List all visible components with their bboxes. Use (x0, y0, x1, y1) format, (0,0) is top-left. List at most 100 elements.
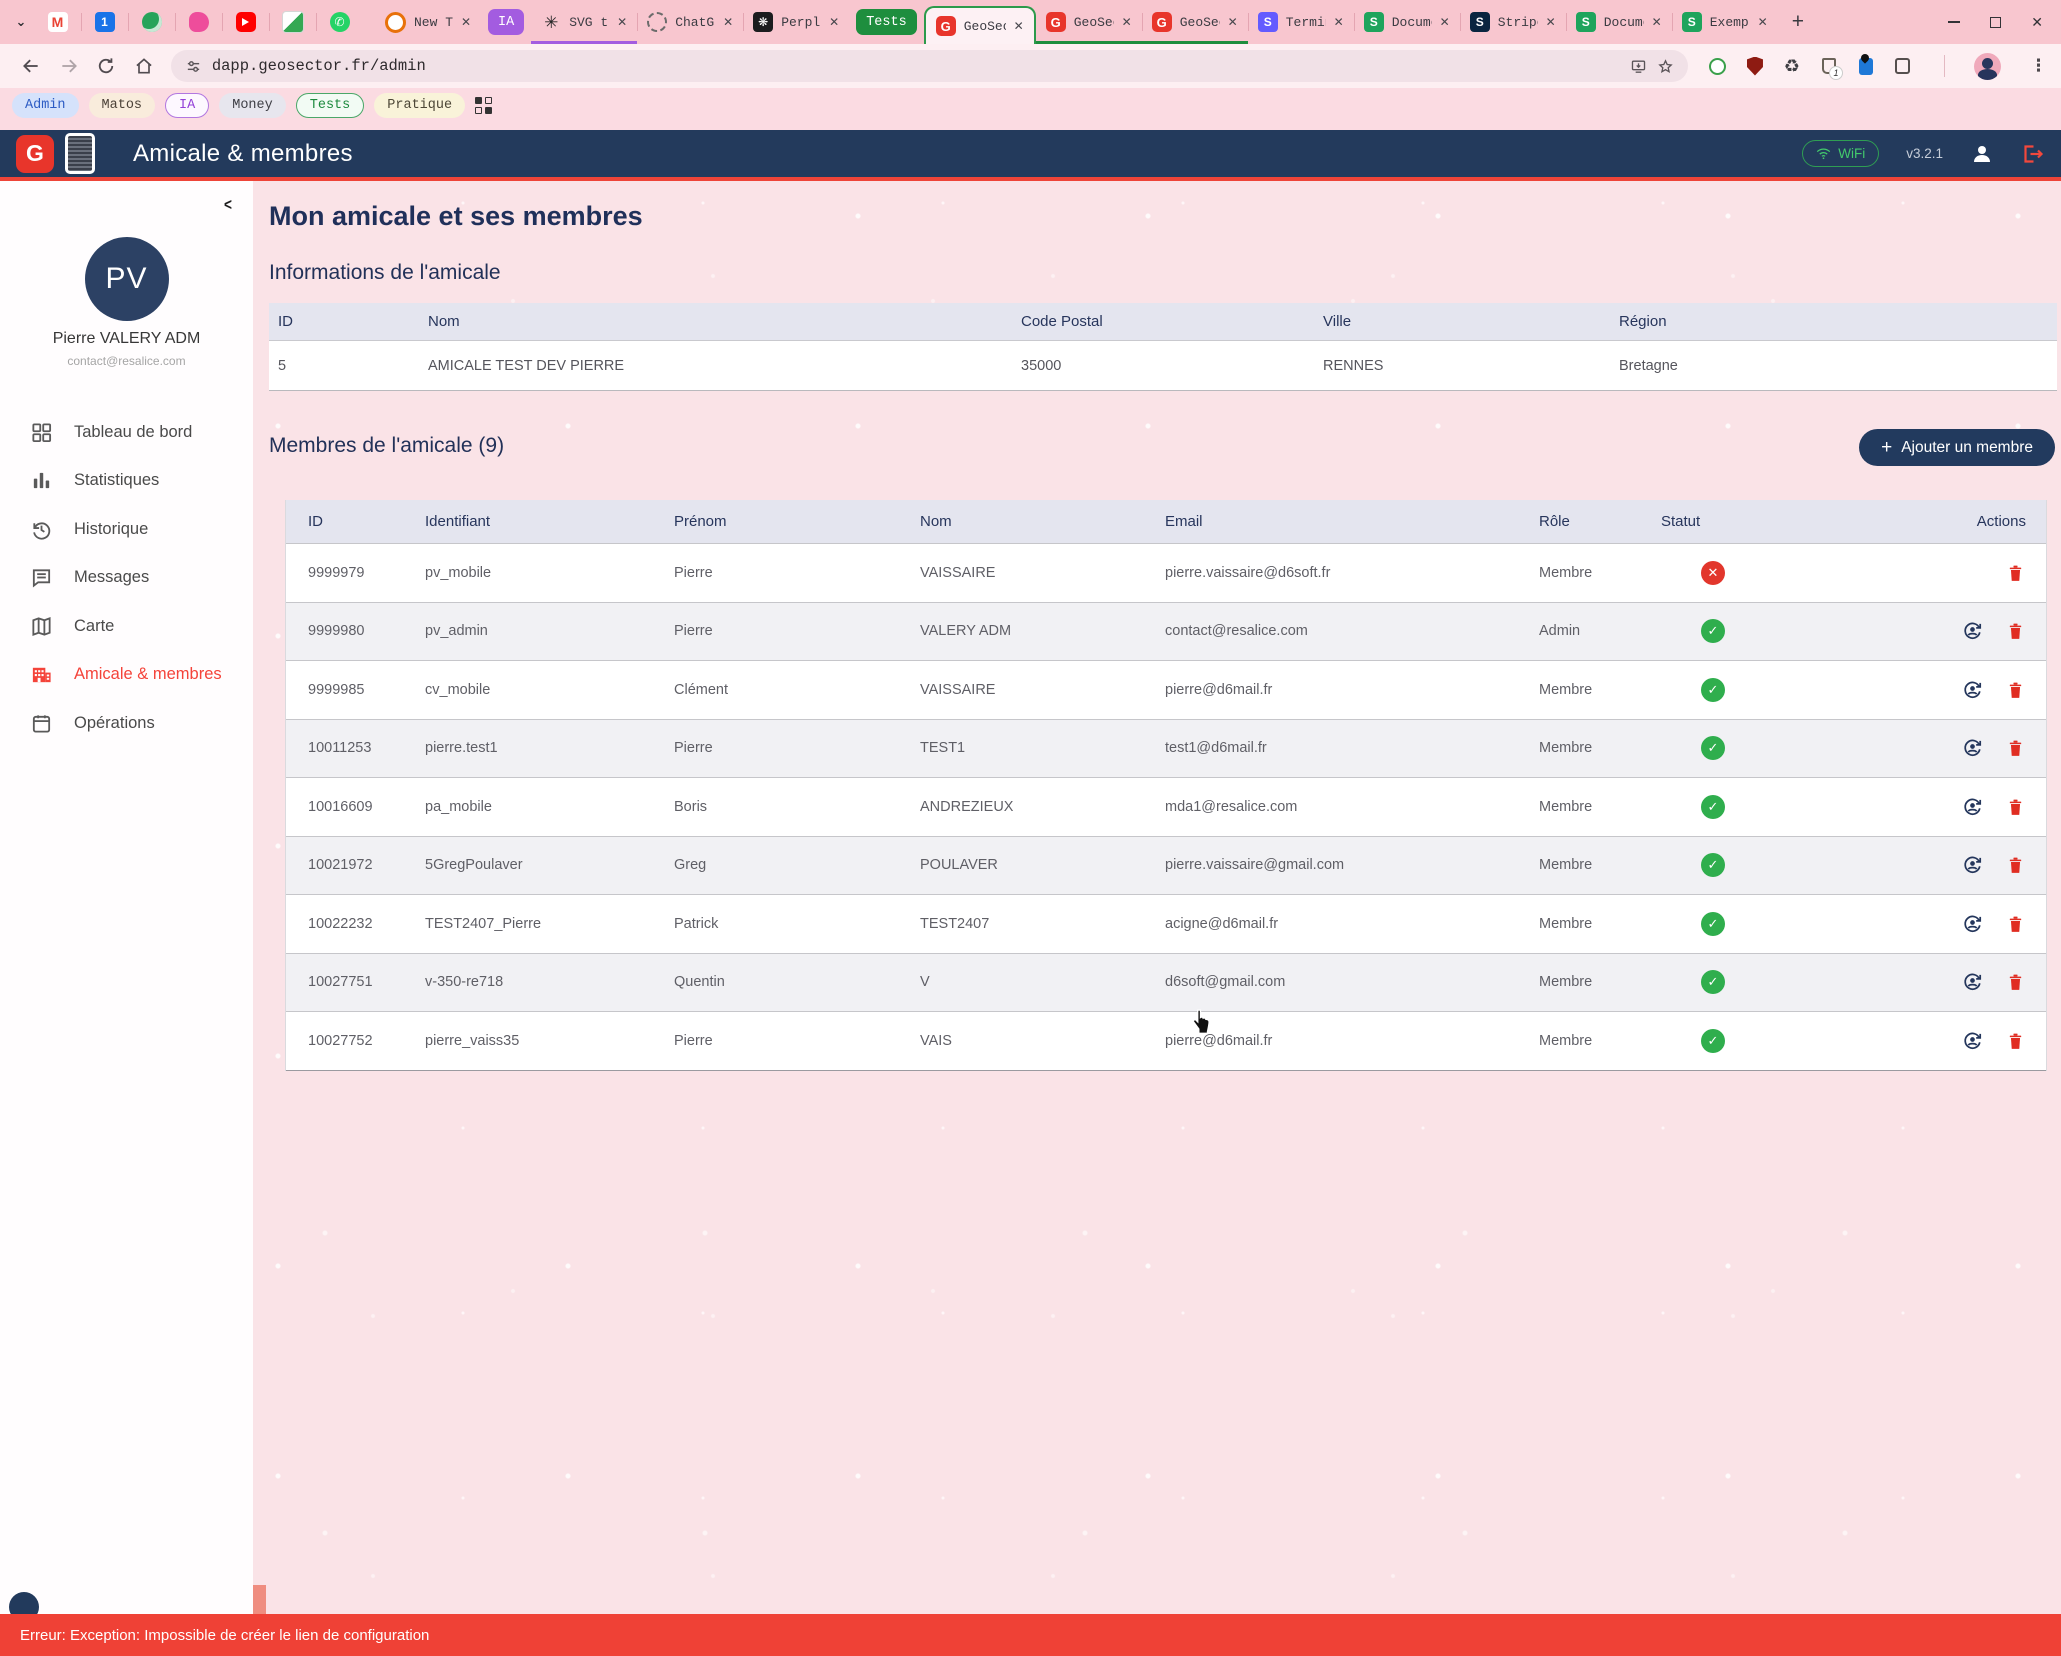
address-bar[interactable]: dapp.geosector.fr/admin (171, 50, 1688, 82)
impersonate-icon[interactable] (1962, 679, 1983, 701)
sidebar-collapse-icon[interactable]: < (224, 195, 232, 215)
bookmark-matos[interactable]: Matos (89, 93, 156, 118)
tab-close-icon[interactable]: ✕ (1122, 15, 1132, 29)
pinned-tab-whatsapp[interactable]: ✆ (316, 0, 363, 44)
app-logo-icon[interactable]: G (16, 135, 54, 173)
bookmark-tests[interactable]: Tests (296, 93, 365, 118)
delete-icon[interactable] (2005, 971, 2026, 993)
tab-items: New Ta✕ IA ✳SVG to✕ChatGP✕❋Perple✕ Tests GGe… (375, 0, 1778, 44)
install-app-icon[interactable] (1630, 58, 1647, 75)
tab-svg-to[interactable]: ✳SVG to✕ (531, 0, 637, 44)
pinned-tab-photos[interactable] (269, 0, 316, 44)
extensions-menu-icon[interactable] (1893, 56, 1913, 76)
sidebar-item-op-rations[interactable]: Opérations (0, 699, 253, 748)
pinned-tab-calendar[interactable]: 1 (81, 0, 128, 44)
sidebar-item-tableau-de-bord[interactable]: Tableau de bord (0, 408, 253, 457)
tab-close-icon[interactable]: ✕ (1652, 15, 1662, 29)
impersonate-icon[interactable] (1962, 620, 1983, 642)
impersonate-icon[interactable] (1962, 737, 1983, 759)
pinned-tab-mate[interactable] (128, 0, 175, 44)
sidebar-item-statistiques[interactable]: Statistiques (0, 457, 253, 506)
delete-icon[interactable] (2005, 796, 2026, 818)
member-actions (1946, 620, 2046, 642)
extension-green-icon[interactable] (1708, 56, 1728, 76)
stats-icon (30, 469, 53, 492)
bookmark-admin[interactable]: Admin (12, 93, 79, 118)
info-col-ville: Ville (1323, 313, 1619, 330)
browser-toolbar: dapp.geosector.fr/admin ♻ 1 ⋮ (0, 44, 2061, 88)
home-button[interactable] (127, 49, 161, 83)
browser-menu-icon[interactable]: ⋮ (2030, 56, 2047, 76)
pinned-tab-gmail[interactable]: M (34, 0, 81, 44)
logout-icon[interactable] (2021, 142, 2045, 166)
tab-docume[interactable]: SDocume✕ (1354, 0, 1460, 44)
delete-icon[interactable] (2005, 913, 2026, 935)
bookmark-star-icon[interactable] (1657, 58, 1674, 75)
impersonate-icon[interactable] (1962, 913, 1983, 935)
tab-geosec[interactable]: GGeoSec✕ (1036, 0, 1142, 44)
tab-close-icon[interactable]: ✕ (1758, 15, 1768, 29)
tab-geosec[interactable]: GGeoSec✕ (1142, 0, 1248, 44)
bookmark-money[interactable]: Money (219, 93, 286, 118)
tab-close-icon[interactable]: ✕ (1334, 15, 1344, 29)
bookmark-ia[interactable]: IA (165, 93, 209, 118)
sidebar-item-messages[interactable]: Messages (0, 554, 253, 603)
impersonate-icon[interactable] (1962, 971, 1983, 993)
bookmark-pratique[interactable]: Pratique (374, 93, 465, 118)
tab-exempl[interactable]: SExempl✕ (1672, 0, 1778, 44)
tab-close-icon[interactable]: ✕ (461, 15, 471, 29)
window-minimize-button[interactable] (1948, 21, 1960, 23)
delete-icon[interactable] (2005, 562, 2026, 584)
tab-close-icon[interactable]: ✕ (617, 15, 627, 29)
delete-icon[interactable] (2005, 737, 2026, 759)
sidebar-item-carte[interactable]: Carte (0, 602, 253, 651)
forward-button[interactable] (52, 49, 86, 83)
tab-close-icon[interactable]: ✕ (723, 15, 733, 29)
sidebar-item-historique[interactable]: Historique (0, 505, 253, 554)
member-role: Membre (1539, 857, 1661, 873)
tab-groups-icon[interactable] (475, 97, 492, 114)
tab-close-icon[interactable]: ✕ (1228, 15, 1238, 29)
tab-close-icon[interactable]: ✕ (1546, 15, 1556, 29)
delete-icon[interactable] (2005, 1030, 2026, 1052)
profile-avatar[interactable] (1974, 53, 2001, 80)
tab-group-ia[interactable]: IA (488, 9, 524, 35)
add-member-button[interactable]: + Ajouter un membre (1859, 429, 2055, 466)
extension-tag-icon[interactable]: 1 (1819, 56, 1839, 76)
impersonate-icon[interactable] (1962, 854, 1983, 876)
impersonate-icon[interactable] (1962, 796, 1983, 818)
tab-chatgp[interactable]: ChatGP✕ (637, 0, 743, 44)
reload-button[interactable] (89, 49, 123, 83)
tab-group-tests[interactable]: Tests (856, 9, 917, 35)
pinned-tab-pink-app[interactable] (175, 0, 222, 44)
delete-icon[interactable] (2005, 854, 2026, 876)
tab-close-icon[interactable]: ✕ (829, 15, 839, 29)
tab-geosec[interactable]: GGeoSec✕ (924, 6, 1036, 44)
extension-recycle-icon[interactable]: ♻ (1782, 56, 1802, 76)
history-icon (30, 518, 53, 541)
site-info-icon[interactable] (185, 58, 202, 75)
tab-close-icon[interactable]: ✕ (1440, 15, 1450, 29)
member-email: contact@resalice.com (1165, 623, 1539, 639)
tab-stripe[interactable]: SStripe✕ (1460, 0, 1566, 44)
user-account-icon[interactable] (1970, 142, 1994, 166)
tab-docume[interactable]: SDocume✕ (1566, 0, 1672, 44)
window-maximize-button[interactable] (1990, 17, 2001, 28)
tab-termin[interactable]: STermin✕ (1248, 0, 1354, 44)
sidebar-item-amicale-membres[interactable]: Amicale & membres (0, 651, 253, 700)
delete-icon[interactable] (2005, 679, 2026, 701)
extension-pen-icon[interactable] (1856, 56, 1876, 76)
impersonate-icon[interactable] (1962, 1030, 1983, 1052)
tab-perple[interactable]: ❋Perple✕ (743, 0, 849, 44)
back-button[interactable] (14, 49, 48, 83)
delete-icon[interactable] (2005, 620, 2026, 642)
scrollbar-thumb[interactable] (253, 1585, 266, 1614)
pinned-tab-youtube[interactable] (222, 0, 269, 44)
window-close-button[interactable]: ✕ (2031, 14, 2043, 31)
extension-shield-icon[interactable] (1745, 56, 1765, 76)
url-text[interactable]: dapp.geosector.fr/admin (212, 57, 426, 75)
new-tab-button[interactable]: + (1792, 10, 1804, 34)
tab-close-icon[interactable]: ✕ (1014, 19, 1024, 33)
tab-search-caret-icon[interactable]: ⌄ (8, 9, 34, 35)
tab-new-ta[interactable]: New Ta✕ (375, 0, 481, 44)
